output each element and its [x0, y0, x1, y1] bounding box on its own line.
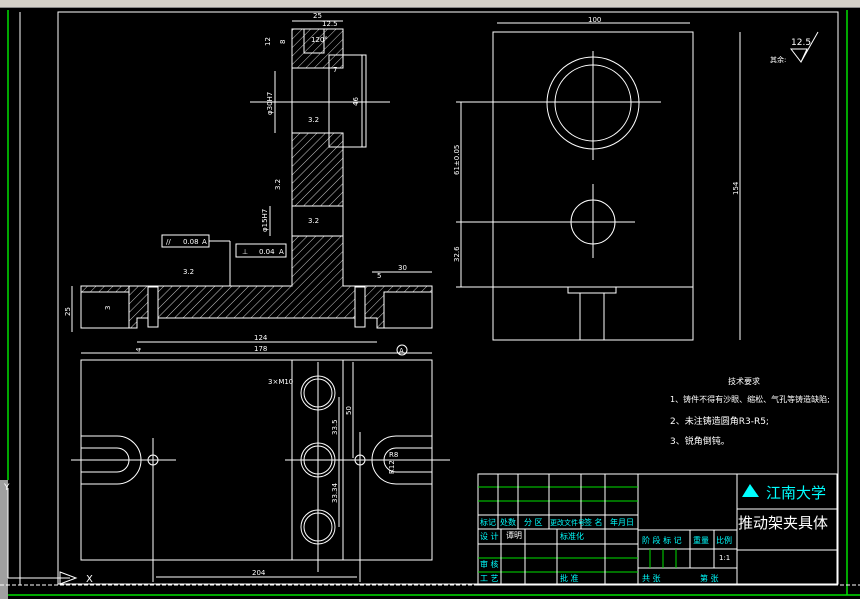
tech-req-title: 技术要求 — [728, 376, 760, 386]
dim-33-34: 33.34 — [331, 482, 339, 503]
roughness-2: 3.2 — [274, 179, 282, 190]
label-review: 审 核 — [480, 559, 499, 569]
roughness-1: 3.2 — [308, 116, 319, 124]
tech-req-item: 3、锐角倒钝。 — [670, 435, 730, 447]
dim-204: 204 — [252, 569, 266, 577]
parallelism-datum: A — [202, 238, 207, 246]
dim-100: 100 — [588, 16, 601, 24]
label-design: 设 计 — [480, 531, 499, 541]
roughness-other-value: 12.5 — [791, 38, 811, 48]
dim-33-5: 33.5 — [331, 419, 339, 435]
dim-124: 124 — [254, 334, 268, 342]
tech-req-item: 2、未注铸造圆角R3-R5; — [670, 415, 769, 427]
datum-label: A — [399, 347, 404, 355]
label-stage-mark: 阶 段 标 记 — [642, 535, 682, 545]
designer-name: 谭明 — [506, 531, 522, 540]
scale-value: 1:1 — [719, 554, 730, 562]
label-weight: 重量 — [693, 535, 709, 545]
dim-50: 50 — [345, 406, 353, 415]
header-mark: 标记 — [480, 517, 496, 527]
header-change-doc: 更改文件号 — [550, 518, 585, 527]
ucs-icon — [7, 488, 78, 585]
parallelism-value: 0.08 — [183, 238, 199, 246]
dim-r12: R12 — [388, 460, 396, 474]
dim-46: 46 — [352, 97, 360, 106]
roughness-4: 3.2 — [183, 268, 194, 276]
dim-3: 3 — [104, 306, 112, 310]
left-scroll-strip[interactable] — [0, 480, 8, 599]
dim-61: 61±0.05 — [453, 145, 461, 175]
ucs-x-label: X — [86, 574, 93, 585]
dim-7: 7 — [333, 66, 337, 74]
university-logo-icon — [742, 484, 759, 497]
header-count: 处数 — [500, 517, 516, 527]
dim-r8: R8 — [389, 451, 398, 459]
header-signature: 签 名 — [584, 517, 603, 527]
roughness-other-label: 其余: — [770, 55, 786, 64]
cad-drawing-canvas[interactable]: 25 12.5 12 8 120° 7 46 φ30H7 φ15H7 3.2 3… — [0, 0, 860, 599]
dim-bore-15: φ15H7 — [261, 209, 269, 232]
label-scale: 比例 — [716, 535, 732, 545]
ucs-y-label: Y — [3, 483, 10, 493]
dim-4: 4 — [135, 347, 143, 352]
label-standardize: 标准化 — [560, 531, 584, 541]
perpendicularity-value: 0.04 — [259, 248, 275, 256]
parallelism-symbol: // — [166, 238, 171, 246]
dim-25-base: 25 — [64, 307, 72, 316]
school-name: 江南大学 — [766, 484, 826, 502]
header-zone: 分 区 — [524, 518, 543, 527]
dim-12: 12 — [264, 37, 272, 46]
tech-req-item: 1、铸件不得有沙眼、缩松、气孔等铸造缺陷; — [670, 394, 830, 404]
perpendicularity-symbol: ⊥ — [242, 248, 248, 256]
dim-8: 8 — [279, 40, 287, 44]
front-section-view — [71, 20, 433, 356]
dim-25: 25 — [313, 12, 322, 20]
label-process: 工 艺 — [480, 574, 499, 583]
dim-thread: 3×M10 — [268, 378, 293, 386]
dim-32-6: 32.6 — [453, 246, 461, 262]
part-name: 推动架夹具体 — [738, 514, 828, 532]
roughness-3: 3.2 — [308, 217, 319, 225]
header-date: 年月日 — [610, 517, 634, 527]
dim-angle: 120° — [311, 36, 328, 44]
dim-5: 5 — [377, 272, 381, 280]
dim-178: 178 — [254, 345, 267, 353]
label-approve: 批 准 — [560, 573, 579, 583]
dim-154: 154 — [732, 181, 740, 195]
dim-30: 30 — [398, 264, 407, 272]
side-view — [456, 22, 741, 341]
dim-12-5: 12.5 — [322, 20, 338, 28]
perpendicularity-datum: A — [279, 248, 284, 256]
label-sheets-total: 共 张 — [642, 574, 661, 583]
dim-bore-30: φ30H7 — [266, 92, 274, 115]
label-sheet-no: 第 张 — [700, 573, 719, 583]
